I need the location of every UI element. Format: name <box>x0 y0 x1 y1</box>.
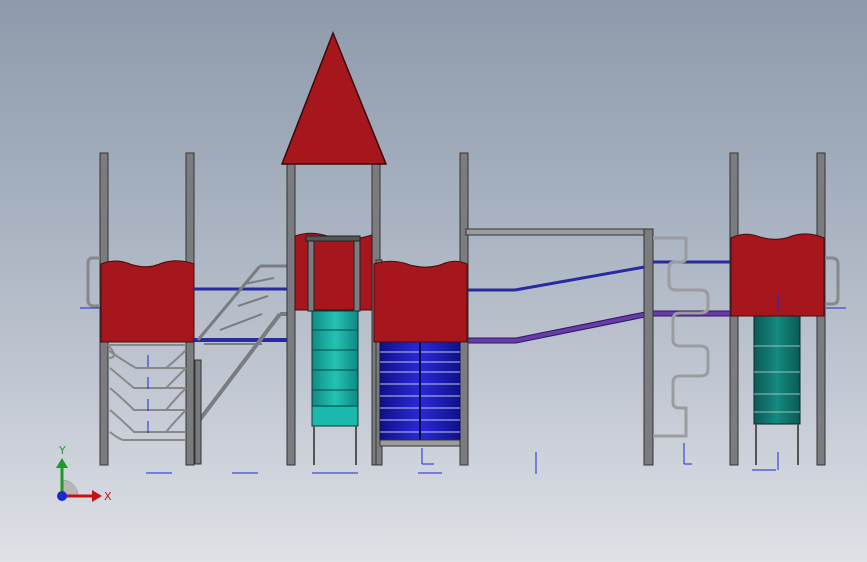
dark-teal-slide[interactable] <box>753 315 801 465</box>
center-tower[interactable] <box>373 152 469 466</box>
cone-roof-tower[interactable] <box>280 30 388 466</box>
overhead-bar-frame[interactable] <box>465 228 654 466</box>
cad-viewport[interactable]: Y X <box>0 0 867 562</box>
cone-roof <box>280 30 388 165</box>
coordinate-triad-icon: Y X <box>56 444 112 503</box>
left-ladder <box>107 344 187 441</box>
z-axis-dot <box>57 491 67 501</box>
access-stairs[interactable] <box>194 264 292 465</box>
right-tower[interactable] <box>729 152 846 470</box>
y-axis-label: Y <box>58 444 66 457</box>
center-panel <box>373 260 468 343</box>
x-axis-label: X <box>104 490 112 503</box>
climbing-wall[interactable] <box>653 236 710 465</box>
blue-ladder[interactable] <box>379 341 461 447</box>
left-tower[interactable] <box>80 152 195 466</box>
playground-model[interactable] <box>0 0 867 562</box>
